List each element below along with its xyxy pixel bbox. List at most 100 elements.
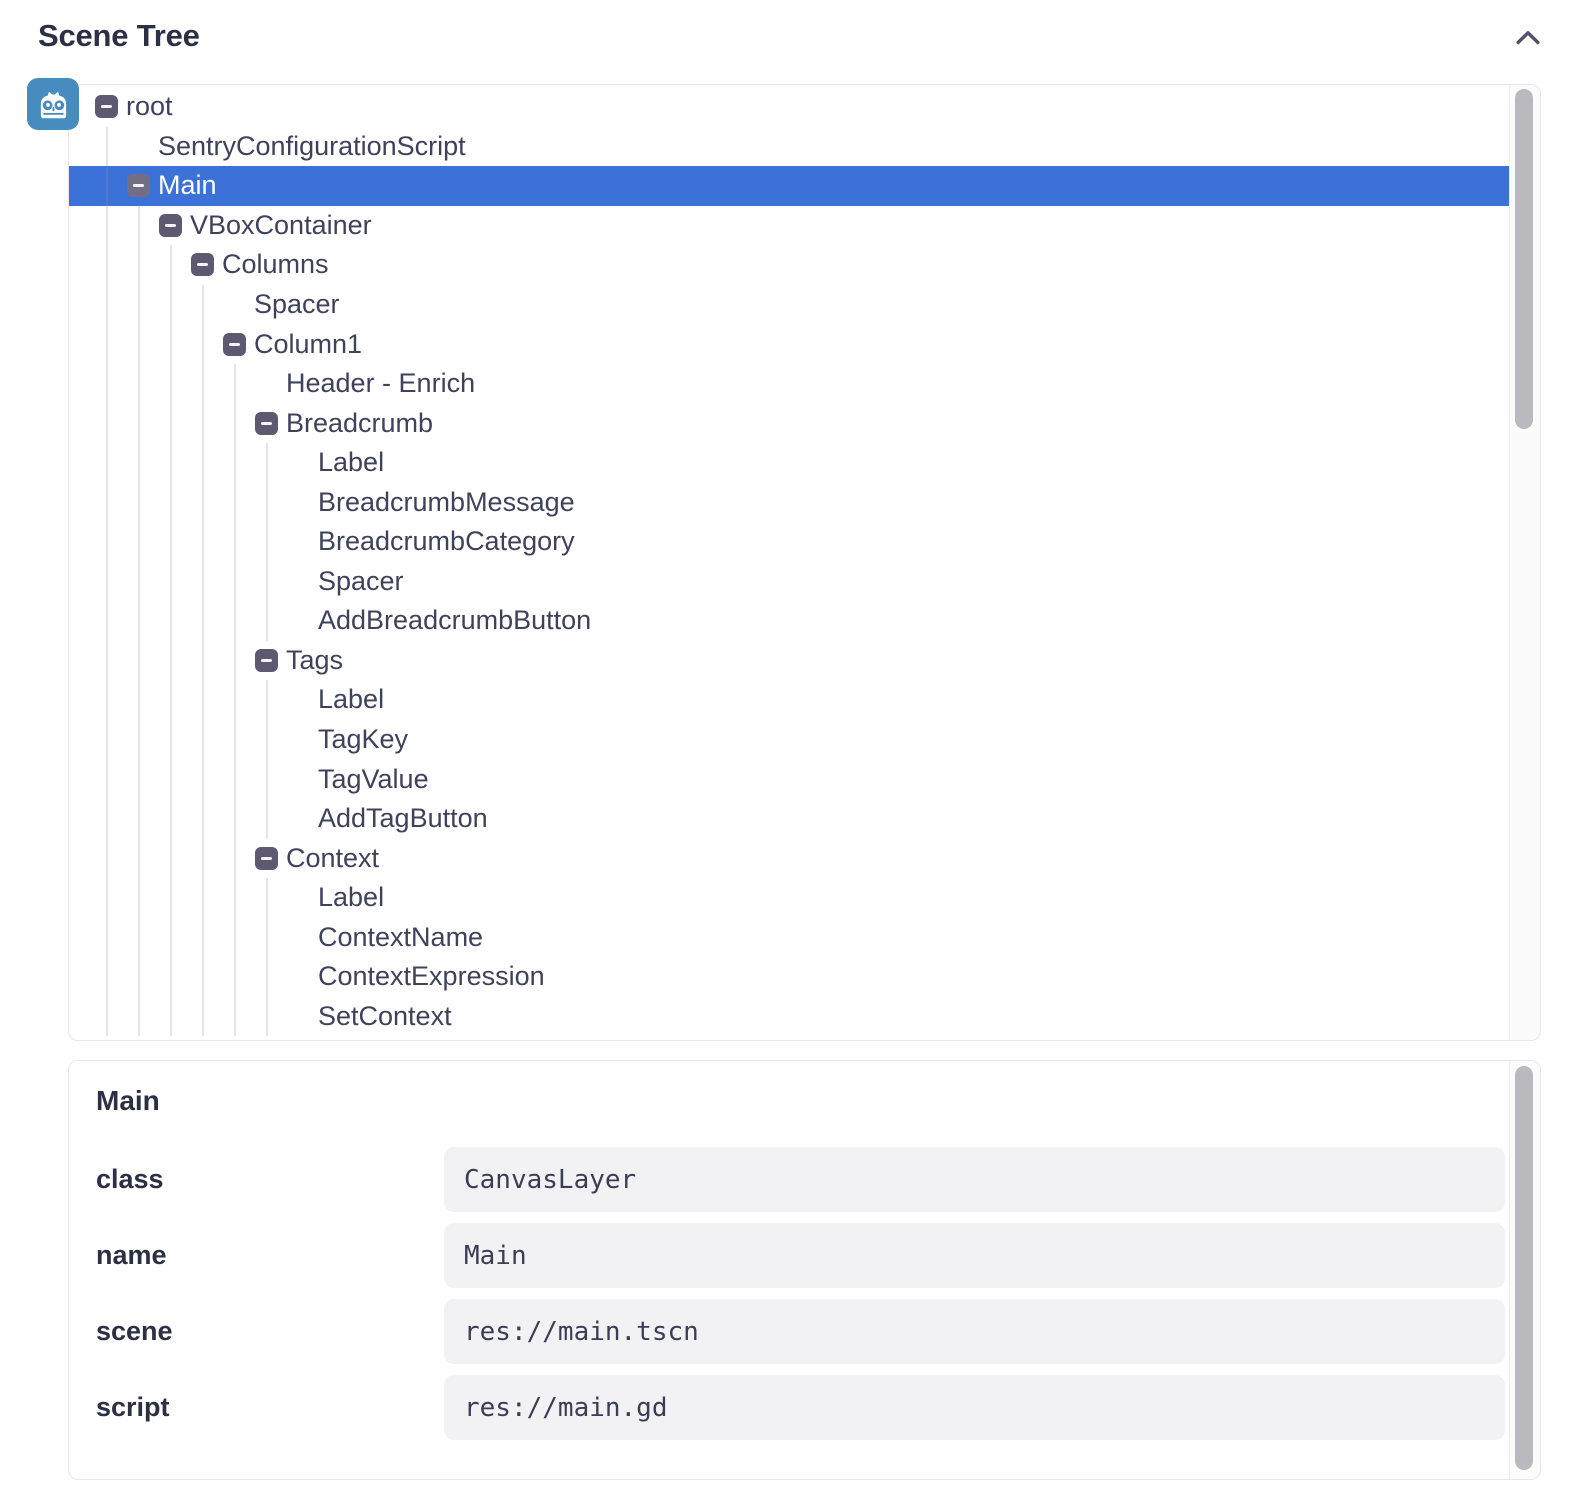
indent-guide (191, 720, 223, 760)
indent-guide (223, 720, 255, 760)
details-field-row: classCanvasLayer (96, 1147, 1505, 1212)
indent-guide (191, 285, 223, 325)
field-label: name (96, 1240, 444, 1271)
collapse-icon[interactable] (159, 214, 182, 237)
tree-node-label: Tags (286, 645, 343, 676)
collapse-icon[interactable] (191, 253, 214, 276)
indent-guide (191, 601, 223, 641)
indent-guide (159, 482, 191, 522)
indent-guide (95, 364, 127, 404)
indent-guide (191, 403, 223, 443)
node-details-content: Main classCanvasLayernameMainsceneres://… (69, 1061, 1509, 1479)
tree-node-label: BreadcrumbCategory (318, 526, 575, 557)
indent-guide (127, 285, 159, 325)
details-scrollbar[interactable] (1509, 1061, 1540, 1479)
tree-node[interactable]: AddTagButton (69, 799, 1509, 839)
indent-guide (255, 917, 287, 957)
indent-guide (191, 443, 223, 483)
indent-guide (95, 680, 127, 720)
indent-guide (95, 443, 127, 483)
indent-guide (191, 324, 223, 364)
indent-guide (95, 245, 127, 285)
tree-node[interactable]: Columns (69, 245, 1509, 285)
collapse-icon[interactable] (255, 649, 278, 672)
indent-guide (223, 957, 255, 997)
indent-guide (191, 917, 223, 957)
tree-node[interactable]: Breadcrumb (69, 403, 1509, 443)
tree-node[interactable]: Tags (69, 641, 1509, 681)
tree-node-label: Breadcrumb (286, 408, 433, 439)
indent-guide (127, 403, 159, 443)
details-field-row: scriptres://main.gd (96, 1375, 1505, 1440)
indent-guide (95, 720, 127, 760)
indent-guide (223, 878, 255, 918)
details-scrollbar-thumb[interactable] (1515, 1066, 1533, 1470)
indent-guide (95, 641, 127, 681)
tree-scrollbar[interactable] (1509, 85, 1540, 1040)
indent-guide (159, 720, 191, 760)
indent-guide (127, 957, 159, 997)
collapse-icon[interactable] (255, 412, 278, 435)
indent-guide (191, 641, 223, 681)
tree-node-label: Header - Enrich (286, 368, 475, 399)
indent-guide (159, 878, 191, 918)
field-value: res://main.tscn (444, 1299, 1505, 1364)
tree-node-label: ContextName (318, 922, 483, 953)
indent-guide (223, 838, 255, 878)
tree-node[interactable]: BreadcrumbCategory (69, 522, 1509, 562)
tree-node-label: Context (286, 843, 379, 874)
indent-guide (159, 957, 191, 997)
tree-node[interactable]: Label (69, 443, 1509, 483)
indent-guide (223, 917, 255, 957)
chevron-up-icon[interactable] (1512, 26, 1544, 49)
indent-guide (127, 878, 159, 918)
collapse-icon[interactable] (127, 174, 150, 197)
tree-node[interactable]: TagKey (69, 720, 1509, 760)
indent-guide (159, 799, 191, 839)
indent-guide (95, 522, 127, 562)
tree-node[interactable]: SentryConfigurationScript (69, 127, 1509, 167)
tree-node-label: Column1 (254, 329, 362, 360)
tree-node[interactable]: AddBreadcrumbButton (69, 601, 1509, 641)
collapse-icon[interactable] (255, 847, 278, 870)
indent-guide (159, 759, 191, 799)
indent-guide (95, 324, 127, 364)
tree-node[interactable]: Label (69, 878, 1509, 918)
indent-guide (255, 957, 287, 997)
tree-node[interactable]: Header - Enrich (69, 364, 1509, 404)
tree-node-label: AddBreadcrumbButton (318, 605, 591, 636)
collapse-icon[interactable] (223, 333, 246, 356)
chevron-up-glyph (1516, 30, 1540, 45)
tree-node[interactable]: Spacer (69, 562, 1509, 602)
tree-node[interactable]: Main (69, 166, 1509, 206)
indent-guide (127, 917, 159, 957)
tree-scrollbar-thumb[interactable] (1515, 89, 1533, 429)
tree-node[interactable]: VBoxContainer (69, 206, 1509, 246)
tree-node[interactable]: TagValue (69, 759, 1509, 799)
indent-guide (95, 878, 127, 918)
tree-node[interactable]: Label (69, 680, 1509, 720)
tree-node[interactable]: ContextName (69, 917, 1509, 957)
indent-guide (127, 720, 159, 760)
tree-node[interactable]: Spacer (69, 285, 1509, 325)
tree-node[interactable]: BreadcrumbMessage (69, 482, 1509, 522)
tree-node[interactable]: Context (69, 838, 1509, 878)
indent-guide (95, 917, 127, 957)
indent-guide (127, 522, 159, 562)
collapse-icon[interactable] (95, 95, 118, 118)
indent-guide (159, 285, 191, 325)
indent-guide (223, 641, 255, 681)
godot-icon (27, 78, 79, 130)
tree-node-label: Columns (222, 249, 329, 280)
tree-node[interactable]: ContextExpression (69, 957, 1509, 997)
page-title: Scene Tree (38, 18, 200, 54)
tree-node-label: AddTagButton (318, 803, 488, 834)
tree-node[interactable]: root (69, 87, 1509, 127)
tree-node[interactable]: Column1 (69, 324, 1509, 364)
indent-guide (127, 443, 159, 483)
field-label: class (96, 1164, 444, 1195)
indent-guide (95, 601, 127, 641)
indent-guide (191, 878, 223, 918)
indent-guide (191, 680, 223, 720)
tree-node[interactable]: SetContext (69, 997, 1509, 1037)
